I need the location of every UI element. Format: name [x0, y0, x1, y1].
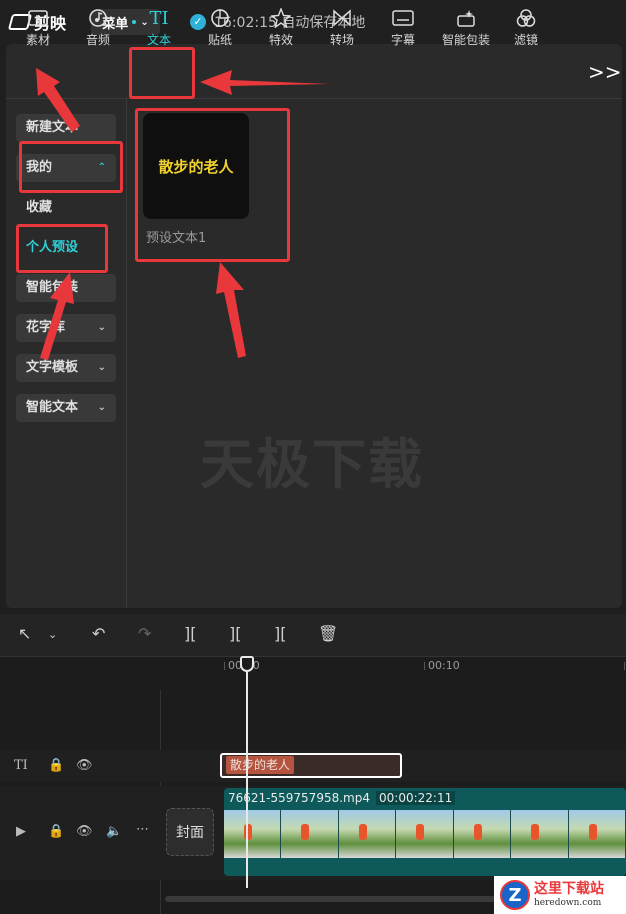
sidebar-item-new-text[interactable]: 新建文本: [16, 114, 116, 142]
smart-pack-icon: [455, 8, 477, 28]
subtitle-icon: [392, 8, 414, 28]
tab-transition[interactable]: 转场: [316, 6, 368, 50]
chevron-down-icon[interactable]: ⌄: [48, 628, 57, 641]
lock-icon[interactable]: 🔒: [48, 758, 64, 773]
select-cursor-icon[interactable]: ↖: [18, 624, 31, 643]
effects-icon: [270, 8, 292, 28]
tab-effects[interactable]: 特效: [255, 6, 307, 50]
tab-audio[interactable]: 音频: [72, 6, 124, 50]
trim-left-icon[interactable]: ][: [229, 624, 241, 643]
undo-icon[interactable]: ↶: [92, 624, 105, 643]
video-frame: [511, 810, 569, 858]
sidebar-item-smart-text[interactable]: 智能文本 ⌄: [16, 394, 116, 422]
video-frame: [281, 810, 339, 858]
tab-subtitle[interactable]: 字幕: [377, 6, 429, 50]
text-icon: TI: [149, 7, 169, 29]
audio-icon: [87, 8, 109, 28]
video-clip-duration: 00:00:22:11: [376, 791, 456, 805]
sidebar-item-smart-pack[interactable]: 智能包装: [16, 274, 116, 302]
media-icon: [27, 8, 49, 28]
eye-icon[interactable]: 👁: [76, 824, 93, 839]
cover-button[interactable]: 封面: [166, 808, 214, 856]
site-logo-icon: Z: [500, 880, 530, 910]
lock-icon[interactable]: 🔒: [48, 824, 64, 839]
more-tabs-button[interactable]: >>: [588, 60, 622, 84]
video-clip-name: 76621-559757958.mp4: [228, 791, 370, 805]
timeline-scrollbar[interactable]: [165, 896, 505, 902]
ruler-label: 00:10: [428, 659, 460, 672]
more-icon[interactable]: ⋯: [136, 822, 149, 837]
filter-icon: [515, 8, 537, 28]
ruler-tick: [624, 662, 625, 670]
site-logo-title: 这里下载站: [534, 881, 604, 897]
category-toolbar: [6, 44, 622, 98]
video-frame: [453, 810, 512, 858]
split-icon[interactable]: ][: [184, 624, 196, 643]
video-filmstrip: [224, 810, 626, 858]
chevron-down-icon: ⌄: [97, 322, 106, 333]
video-frame: [396, 810, 454, 858]
annotation-box-text-tab: [129, 47, 195, 99]
site-logo-domain: heredown.com: [534, 898, 602, 908]
tab-filter[interactable]: 滤镜: [500, 6, 552, 50]
sidebar-item-text-template[interactable]: 文字模板 ⌄: [16, 354, 116, 382]
video-track-icon: ▶: [16, 824, 26, 839]
video-frame: [224, 810, 282, 858]
divider: [0, 656, 626, 657]
redo-icon[interactable]: ↷: [138, 624, 151, 643]
tab-smart-pack[interactable]: 智能包装: [438, 6, 494, 50]
tab-text[interactable]: TI 文本: [133, 6, 185, 50]
ruler-tick: [224, 662, 225, 670]
playhead-handle[interactable]: [240, 656, 254, 672]
ruler-tick: [424, 662, 425, 670]
text-clip-label: 散步的老人: [226, 756, 295, 774]
tab-sticker[interactable]: 贴纸: [194, 6, 246, 50]
chevron-down-icon: ⌄: [97, 362, 106, 373]
divider: [126, 99, 127, 608]
sidebar-item-flower-text[interactable]: 花字库 ⌄: [16, 314, 116, 342]
video-frame: [338, 810, 397, 858]
sidebar-item-favorites[interactable]: 收藏: [16, 194, 116, 222]
playhead[interactable]: [246, 660, 248, 888]
tab-media[interactable]: 素材: [12, 6, 64, 50]
chevron-down-icon: ⌄: [97, 402, 106, 413]
watermark: 天极下载: [200, 433, 424, 496]
video-frame: [568, 810, 626, 858]
trim-right-icon[interactable]: ][: [274, 624, 286, 643]
volume-icon[interactable]: 🔈: [106, 824, 122, 839]
text-track-icon: TI: [14, 758, 28, 773]
sticker-icon: [209, 8, 231, 28]
annotation-box-personal-preset: [16, 224, 108, 273]
eye-icon[interactable]: 👁: [76, 758, 93, 773]
site-logo: Z 这里下载站 heredown.com: [494, 876, 626, 914]
transition-icon: [331, 8, 353, 28]
delete-icon[interactable]: 🗑: [318, 624, 338, 643]
annotation-box-mine: [19, 141, 123, 193]
annotation-box-preset-card: [135, 108, 290, 262]
